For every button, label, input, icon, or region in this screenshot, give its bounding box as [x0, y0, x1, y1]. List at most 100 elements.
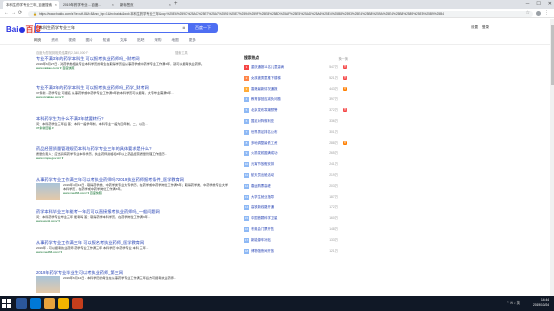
browser-tab[interactable]: 2019年药学专业...-百度... ×	[60, 1, 116, 9]
bookmark-star-icon[interactable]: ☆	[526, 9, 530, 18]
clock[interactable]: 14:44 2019/10/24	[533, 298, 549, 308]
hot-item-label[interactable]: 新能源车补贴	[251, 238, 271, 242]
app-icon[interactable]	[72, 298, 83, 309]
camera-icon[interactable]: ◙	[183, 24, 185, 32]
hot-item-rank: 13	[244, 194, 249, 200]
windows-taskbar: ⌃ ✉ ♪ 英 14:44 2019/10/24	[0, 296, 554, 311]
close-window-button[interactable]: ✕	[548, 0, 552, 9]
result-url[interactable]: www.med66.com/ ▾	[36, 250, 231, 254]
hot-item[interactable]: 10 元宵节放假安排 241万	[244, 161, 348, 168]
hot-item[interactable]: 15 中国首颗科学卫星 160万	[244, 215, 348, 222]
hot-refresh-button[interactable]: 换一换	[338, 56, 348, 61]
hot-item-label[interactable]: 航天员出舱活动	[251, 173, 274, 177]
hot-item-label[interactable]: 重庆通报11名儿童患病	[251, 65, 284, 69]
hot-item[interactable]: 14 高铁新线路开通 172万	[244, 204, 348, 211]
search-tools-button[interactable]: 搜索工具	[175, 50, 188, 55]
hot-item-label[interactable]: 大学生就业指导	[251, 195, 274, 199]
hot-item-label[interactable]: 高铁新线路开通	[251, 205, 274, 209]
hot-item-label[interactable]: 元宵节放假安排	[251, 162, 274, 166]
hot-item-label[interactable]: 教育部回应减负问题	[251, 97, 281, 101]
result-url[interactable]: www.cicaikao.com/ ▾	[36, 95, 231, 99]
close-icon[interactable]: ×	[169, 1, 171, 9]
hot-item[interactable]: 3 香港最新情况通报 443万新	[244, 86, 348, 93]
scrollbar-thumb[interactable]	[550, 25, 554, 85]
hot-item[interactable]: 6 国足对阵叙利亚 336万	[244, 118, 348, 125]
result-title[interactable]: 专业不满3年的药学本科生 可以报考执业药师吗_药学_财考网	[36, 85, 231, 90]
hot-item-label[interactable]: 春运购票高峰	[251, 184, 271, 188]
result-title[interactable]: 从事药学专业工作满三年可以考执业药师吗?2019执业药师报考条件_医学教育网	[36, 177, 231, 182]
hot-item[interactable]: 12 春运购票高峰 203万	[244, 183, 348, 190]
hot-item-label[interactable]: 冬奥会门票开售	[251, 227, 274, 231]
result-count: 百度为您找到相关结果约2,340,000个	[36, 51, 89, 55]
result-title[interactable]: 药学本科毕业三年能考一年后可以直接报考执业药师吗_一般问题网	[36, 209, 231, 214]
browser-tab[interactable]: 新标签页 ×	[117, 1, 173, 9]
file-explorer-icon[interactable]	[16, 298, 27, 309]
result-url[interactable]: www.nmpa.gov.cn/ ▾	[36, 156, 231, 160]
hot-item-label[interactable]: 北京发布寒潮预警	[251, 108, 277, 112]
hot-item-label[interactable]: 国足对阵叙利亚	[251, 119, 274, 123]
hot-item-label[interactable]: 香港最新情况通报	[251, 87, 277, 91]
hot-item-count: 187万	[329, 194, 338, 199]
hot-item-label[interactable]: 世界男足排名公布	[251, 130, 277, 134]
search-button[interactable]: 百度一下	[188, 23, 218, 33]
hot-item[interactable]: 11 航天员出舱活动 219万	[244, 172, 348, 179]
hot-item[interactable]: 13 大学生就业指导 187万	[244, 194, 348, 201]
result-desc: 问：本科药学生三年后 答：本科一般学年制，本科专业一般为四年制，二、以及...	[36, 121, 148, 126]
hot-item-rank: 9	[244, 151, 249, 157]
forward-button[interactable]: →	[11, 9, 16, 18]
minimize-button[interactable]: ─	[526, 0, 530, 9]
settings-link[interactable]: 设置	[471, 25, 478, 30]
result-url[interactable]: 37条新回答 ▾	[36, 126, 231, 130]
back-button[interactable]: ←	[4, 9, 9, 18]
reload-button[interactable]: ⟳	[18, 9, 22, 18]
result-title[interactable]: 2019年药学专业毕业生可以考执业药师_第三网	[36, 270, 231, 275]
clock-date: 2019/10/24	[533, 303, 549, 307]
header-divider	[0, 44, 554, 45]
windows-start-icon[interactable]	[2, 299, 11, 308]
result-desc: 2019年4月12日 - 取得药学类、中药学类专业大专学历，在药学或中药学岗位工…	[63, 182, 229, 191]
result-desc: 37条新 - 药学专业 可报名 从事药学或中药学专业工作满3年的本科学历可以报考…	[36, 90, 174, 95]
hot-item[interactable]: 5 北京发布寒潮预警 372万热	[244, 107, 348, 114]
profile-avatar[interactable]	[536, 11, 541, 16]
hot-item[interactable]: 2 女孩被男童推下楼梯 521万热	[244, 75, 348, 82]
hot-item[interactable]: 9 火箭发射圆满成功 265万	[244, 150, 348, 157]
edge-icon[interactable]	[30, 298, 41, 309]
close-icon[interactable]: ×	[112, 1, 114, 9]
hot-item-label[interactable]: 火箭发射圆满成功	[251, 151, 277, 155]
browser-menu-icon[interactable]: ⋮	[544, 9, 549, 18]
hot-item-count: 160万	[329, 216, 338, 221]
result-url[interactable]: www.caikao.com/ ▾ 百度快照	[36, 66, 231, 70]
hot-item-label[interactable]: 多地调整最低工资	[251, 141, 277, 145]
close-icon[interactable]: ×	[55, 1, 57, 9]
header-links: 设置 登录	[471, 25, 489, 30]
result-thumbnail[interactable]	[36, 183, 60, 200]
page-scrollbar[interactable]	[550, 19, 554, 296]
maximize-button[interactable]: ☐	[536, 0, 540, 9]
browser-tab-active[interactable]: 本科生药学专业三年_百度搜索 ×	[3, 1, 59, 9]
result-title[interactable]: 从事药学专业工作满三年 可以报名考执业药师_医学教育网	[36, 240, 231, 245]
chrome-icon[interactable]	[58, 298, 69, 309]
hot-item[interactable]: 16 冬奥会门票开售 148万	[244, 226, 348, 233]
hot-item[interactable]: 7 世界男足排名公布 301万	[244, 129, 348, 136]
hot-item[interactable]: 17 新能源车补贴 133万	[244, 237, 348, 244]
login-link[interactable]: 登录	[482, 25, 489, 30]
url-input[interactable]: 🔒 https://www.baidu.com/s?ie=utf-8&f=8&rs…	[28, 10, 533, 17]
result-title[interactable]: 本科药学生为什么不满3年就要转行?	[36, 116, 231, 121]
result-url[interactable]: www.med66.com/ ▾ 百度快照	[36, 191, 231, 195]
hot-item[interactable]: 4 教育部回应减负问题 397万	[244, 96, 348, 103]
hot-item-label[interactable]: 中国首颗科学卫星	[251, 216, 277, 220]
new-tab-button[interactable]: +	[174, 0, 178, 9]
result-thumbnail[interactable]	[36, 276, 60, 293]
hot-item[interactable]: 18 博物馆夜间开放 121万	[244, 248, 348, 255]
hot-item-label[interactable]: 女孩被男童推下楼梯	[251, 76, 281, 80]
result-title[interactable]: 专业不满3年的药学本科生 可以报考执业药师吗_-财考网	[36, 56, 231, 61]
system-tray[interactable]: ⌃ ✉ ♪ 英	[506, 300, 520, 305]
hot-item-label[interactable]: 博物馆夜间开放	[251, 249, 274, 253]
result-url[interactable]: www.wenti.com/ ▾	[36, 219, 231, 223]
folder-icon[interactable]	[44, 298, 55, 309]
hot-item[interactable]: 1 重庆通报11名儿童患病 547万 热	[244, 64, 348, 71]
hot-item-rank: 11	[244, 173, 249, 178]
search-input[interactable]: 本科生药学专业三年 ◙	[35, 23, 188, 33]
hot-item[interactable]: 8 多地调整最低工资 288万新	[244, 140, 348, 147]
result-title[interactable]: 药品经营质量管理规范本科与药学专业三年的具体要求是什么?	[36, 146, 231, 151]
